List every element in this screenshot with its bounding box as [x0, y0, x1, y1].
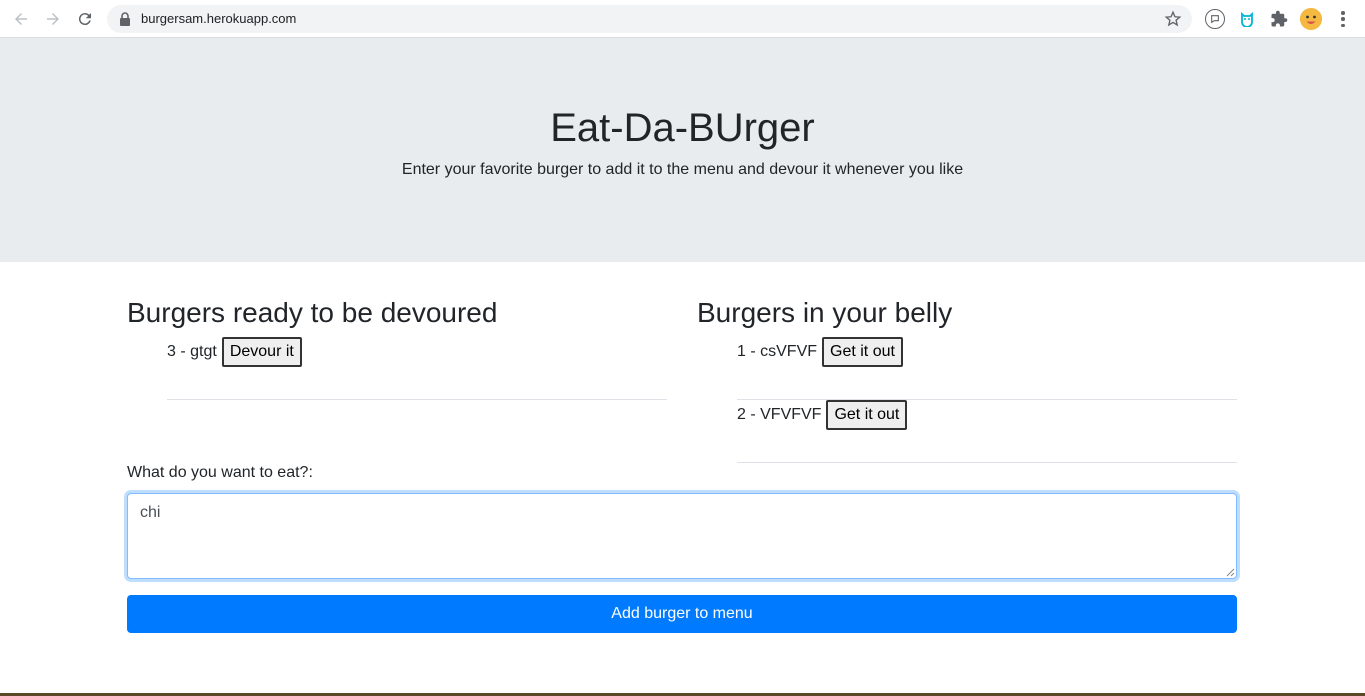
ready-burgers-section: Burgers ready to be devoured 3 - gtgt De… [127, 296, 667, 400]
reload-icon[interactable] [73, 7, 97, 31]
burger-name-textarea[interactable]: chi [127, 493, 1237, 579]
burger-name: 1 - csVFVF [737, 343, 818, 360]
browser-menu-icon[interactable] [1335, 9, 1351, 29]
page-subtitle: Enter your favorite burger to add it to … [401, 161, 964, 178]
burger-name: 3 - gtgt [167, 343, 217, 360]
page-title: Eat-Da-BUrger [550, 106, 815, 150]
ready-burgers-list: 3 - gtgt Devour it [167, 337, 667, 400]
devoured-burgers-heading: Burgers in your belly [697, 297, 953, 328]
devour-button[interactable]: Devour it [221, 337, 302, 367]
list-item: 2 - VFVFVF Get it out [737, 400, 1237, 463]
devoured-burgers-list: 1 - csVFVF Get it out 2 - VFVFVF Get it … [737, 337, 1237, 463]
lock-icon [119, 12, 131, 26]
resize-grip-icon[interactable] [1226, 568, 1235, 577]
bookmark-star-icon[interactable] [1164, 10, 1182, 28]
owl-extension-icon[interactable] [1237, 9, 1257, 29]
back-arrow-icon[interactable] [9, 7, 33, 31]
forward-arrow-icon[interactable] [41, 7, 65, 31]
address-bar[interactable]: burgersam.herokuapp.com [107, 5, 1192, 33]
get-it-out-button[interactable]: Get it out [822, 337, 903, 367]
puzzle-extensions-icon[interactable] [1269, 9, 1289, 29]
browser-toolbar: burgersam.herokuapp.com [0, 0, 1365, 38]
burger-input-label: What do you want to eat?: [127, 464, 313, 481]
burger-name: 2 - VFVFVF [737, 406, 822, 423]
list-item: 1 - csVFVF Get it out [737, 337, 1237, 400]
url-text: burgersam.herokuapp.com [141, 11, 297, 26]
ready-burgers-heading: Burgers ready to be devoured [127, 297, 498, 328]
jumbotron: Eat-Da-BUrger Enter your favorite burger… [0, 38, 1365, 262]
add-burger-button[interactable]: Add burger to menu [127, 595, 1237, 633]
chat-extension-icon[interactable] [1205, 9, 1225, 29]
get-it-out-button[interactable]: Get it out [826, 400, 908, 430]
profile-avatar-icon[interactable] [1300, 8, 1322, 30]
devoured-burgers-section: Burgers in your belly 1 - csVFVF Get it … [697, 296, 1237, 463]
list-item: 3 - gtgt Devour it [167, 337, 667, 400]
